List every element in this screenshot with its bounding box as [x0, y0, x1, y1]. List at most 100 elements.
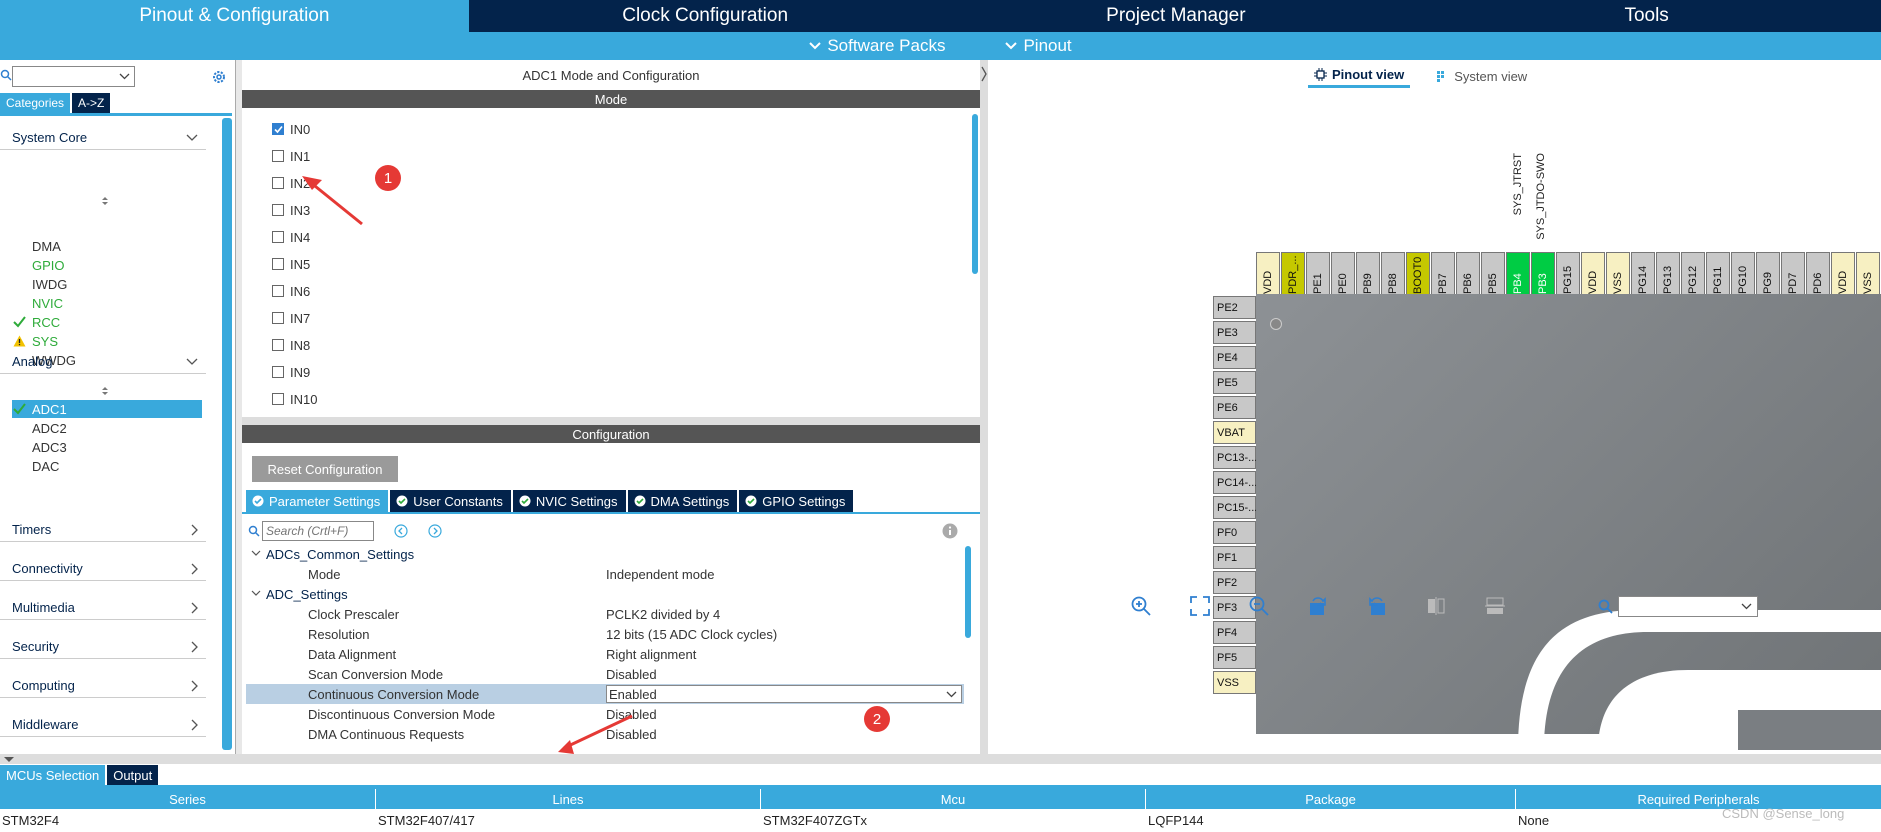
param-row-clock-prescaler[interactable]: Clock Prescaler PCLK2 divided by 4: [246, 604, 964, 624]
pin-left[interactable]: PF1: [1213, 546, 1256, 569]
column-header-lines[interactable]: Lines: [376, 789, 761, 809]
tab-output[interactable]: Output: [107, 765, 159, 785]
checkbox-box[interactable]: [272, 339, 284, 351]
pin-top[interactable]: PG13: [1656, 252, 1680, 295]
pin-top[interactable]: VDD: [1581, 252, 1605, 295]
list-item-sys[interactable]: SYS: [12, 332, 202, 350]
pin-left[interactable]: PF4: [1213, 621, 1256, 644]
pin-top[interactable]: PB9: [1356, 252, 1380, 295]
pin-top[interactable]: VDD: [1256, 252, 1280, 295]
flip-horizontal-icon[interactable]: [1484, 595, 1506, 617]
pin-top[interactable]: PB4: [1506, 252, 1530, 295]
checkbox-box[interactable]: [272, 393, 284, 405]
pin-top[interactable]: PG9: [1756, 252, 1780, 295]
tab-nvic-settings[interactable]: NVIC Settings: [512, 490, 626, 512]
fit-screen-icon[interactable]: [1189, 595, 1211, 617]
checkbox-in3[interactable]: IN3: [272, 201, 310, 219]
pin-top[interactable]: PG12: [1681, 252, 1705, 295]
checkbox-in0[interactable]: IN0: [272, 120, 310, 138]
column-header-package[interactable]: Package: [1146, 789, 1516, 809]
tab-pinout-configuration[interactable]: Pinout & Configuration: [0, 0, 469, 32]
tab-tools[interactable]: Tools: [1412, 0, 1881, 32]
collapse-down-icon[interactable]: [3, 756, 15, 763]
pin-left[interactable]: PE2: [1213, 296, 1256, 319]
checkbox-in10[interactable]: IN10: [272, 390, 317, 408]
software-packs-menu[interactable]: Software Packs: [809, 36, 945, 56]
left-scrollbar[interactable]: [222, 118, 232, 750]
pin-top[interactable]: PG14: [1631, 252, 1655, 295]
param-row-resolution[interactable]: Resolution 12 bits (15 ADC Clock cycles): [246, 624, 964, 644]
pin-left[interactable]: PC14-...: [1213, 471, 1257, 494]
checkbox-box[interactable]: [272, 177, 284, 189]
column-header-series[interactable]: Series: [0, 789, 376, 809]
pin-left[interactable]: PF2: [1213, 571, 1256, 594]
panel-divider[interactable]: [980, 60, 988, 754]
next-icon[interactable]: [428, 524, 442, 538]
section-timers[interactable]: Timers: [0, 518, 206, 542]
category-search-dropdown[interactable]: [12, 66, 135, 87]
group-adc-settings[interactable]: ADC_Settings: [246, 584, 964, 604]
section-multimedia[interactable]: Multimedia: [0, 596, 206, 620]
checkbox-box[interactable]: [272, 258, 284, 270]
checkbox-in1[interactable]: IN1: [272, 147, 310, 165]
sort-arrows-icon[interactable]: [100, 386, 110, 396]
pin-top[interactable]: PD6: [1806, 252, 1830, 295]
param-row-data-alignment[interactable]: Data Alignment Right alignment: [246, 644, 964, 664]
param-row-scan-conversion[interactable]: Scan Conversion Mode Disabled: [246, 664, 964, 684]
pin-left[interactable]: PE6: [1213, 396, 1256, 419]
section-system-core[interactable]: System Core: [0, 126, 206, 150]
column-header-mcu[interactable]: Mcu: [761, 789, 1146, 809]
tab-mcus-selection[interactable]: MCUs Selection: [0, 765, 106, 785]
section-analog[interactable]: Analog: [0, 350, 206, 374]
sort-arrows-icon[interactable]: [100, 196, 110, 206]
checkbox-in9[interactable]: IN9: [272, 363, 310, 381]
pin-top[interactable]: PG10: [1731, 252, 1755, 295]
zoom-in-icon[interactable]: [1130, 595, 1152, 617]
flip-vertical-icon[interactable]: [1425, 595, 1447, 617]
pin-top[interactable]: PB7: [1431, 252, 1455, 295]
checkbox-in8[interactable]: IN8: [272, 336, 310, 354]
bottom-splitter[interactable]: [0, 754, 1881, 764]
checkbox-in4[interactable]: IN4: [272, 228, 310, 246]
list-item-nvic[interactable]: NVIC: [12, 294, 202, 312]
tab-pinout-view[interactable]: Pinout view: [1308, 64, 1411, 88]
reset-configuration-button[interactable]: Reset Configuration: [252, 456, 398, 482]
pin-left[interactable]: PE5: [1213, 371, 1256, 394]
checkbox-box[interactable]: [272, 150, 284, 162]
pin-top[interactable]: PB8: [1381, 252, 1405, 295]
pinout-menu[interactable]: Pinout: [1005, 36, 1072, 56]
pin-left[interactable]: VBAT: [1213, 421, 1256, 444]
checkbox-in2[interactable]: IN2: [272, 174, 310, 192]
checkbox-in6[interactable]: IN6: [272, 282, 310, 300]
tab-project-manager[interactable]: Project Manager: [941, 0, 1411, 32]
pin-top[interactable]: PB6: [1456, 252, 1480, 295]
section-middleware[interactable]: Middleware: [0, 713, 206, 737]
tab-clock-configuration[interactable]: Clock Configuration: [470, 0, 940, 32]
list-item-adc3[interactable]: ADC3: [12, 438, 202, 456]
table-row[interactable]: STM32F4 STM32F407/417 STM32F407ZGTx LQFP…: [0, 810, 1881, 830]
param-row-mode[interactable]: Mode Independent mode: [246, 564, 964, 584]
section-security[interactable]: Security: [0, 635, 206, 659]
section-computing[interactable]: Computing: [0, 674, 206, 698]
gear-icon[interactable]: [211, 69, 227, 85]
rotate-left-icon[interactable]: [1366, 595, 1388, 617]
pin-top[interactable]: BOOT0: [1406, 252, 1430, 295]
checkbox-box[interactable]: [272, 366, 284, 378]
tab-dma-settings[interactable]: DMA Settings: [627, 490, 738, 512]
pin-top[interactable]: PB3: [1531, 252, 1555, 295]
group-adcs-common-settings[interactable]: ADCs_Common_Settings: [246, 544, 964, 564]
pin-top[interactable]: VSS: [1856, 252, 1880, 295]
pin-top[interactable]: PG15: [1556, 252, 1580, 295]
pin-top[interactable]: PE0: [1331, 252, 1355, 295]
list-item-adc1[interactable]: ADC1: [12, 400, 202, 418]
pin-top[interactable]: PD7: [1781, 252, 1805, 295]
config-scrollbar[interactable]: [965, 546, 971, 638]
param-search-input[interactable]: [262, 521, 374, 541]
pin-search-dropdown[interactable]: [1618, 596, 1758, 617]
pin-top[interactable]: PG11: [1706, 252, 1730, 295]
pin-left[interactable]: PC15-...: [1213, 496, 1257, 519]
list-item-rcc[interactable]: RCC: [12, 313, 202, 331]
pin-top[interactable]: PDR_...: [1281, 252, 1305, 295]
checkbox-box[interactable]: [272, 123, 284, 135]
info-icon[interactable]: [942, 523, 958, 539]
